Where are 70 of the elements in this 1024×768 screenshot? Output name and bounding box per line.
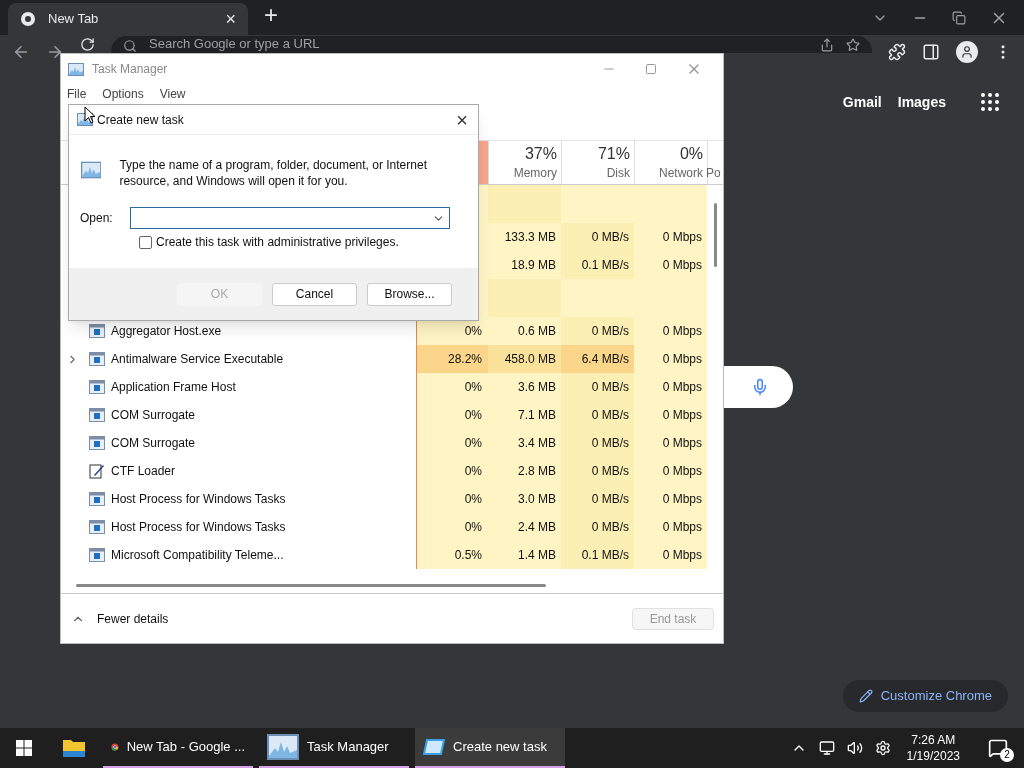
- tab-title: New Tab: [48, 10, 100, 29]
- process-name: Host Process for Windows Tasks: [111, 491, 286, 508]
- table-cell: 1.4 MB: [488, 541, 561, 569]
- table-cell: 0 MB/s: [561, 223, 634, 251]
- taskbar-app-label: Task Manager: [307, 738, 389, 757]
- table-cell: 0 Mbps: [634, 541, 707, 569]
- dialog-title: Create new task: [97, 111, 185, 129]
- table-cell: 7.1 MB: [488, 401, 561, 429]
- table-cell: 0 MB/s: [561, 429, 634, 457]
- column-label: Memory: [513, 165, 557, 181]
- table-cell: 0 MB/s: [561, 401, 634, 429]
- table-cell: 0 Mbps: [634, 251, 707, 279]
- process-name: COM Surrogate: [111, 435, 196, 452]
- table-cell: 3.6 MB: [488, 373, 561, 401]
- column-label: Network: [659, 165, 703, 181]
- table-cell: 0.6 MB: [488, 317, 561, 345]
- table-cell: 6.4 MB/s: [561, 345, 634, 373]
- table-cell: 0 MB/s: [561, 457, 634, 485]
- table-cell: 0%: [416, 513, 488, 541]
- table-cell: 3.0 MB: [488, 485, 561, 513]
- process-name: Microsoft Compatibility Teleme...: [111, 547, 284, 564]
- table-cell: 0.5%: [416, 541, 488, 569]
- table-cell: 458.0 MB: [488, 345, 561, 373]
- open-label: Open:: [80, 210, 113, 227]
- column-label: Po: [706, 165, 721, 181]
- table-cell: 0 Mbps: [634, 429, 707, 457]
- table-cell: 0 Mbps: [634, 373, 707, 401]
- table-cell: 0 Mbps: [634, 457, 707, 485]
- column-usage: 71%: [597, 144, 630, 164]
- table-cell: 0 Mbps: [634, 345, 707, 373]
- table-cell: 28.2%: [416, 345, 488, 373]
- table-cell: 0%: [416, 457, 488, 485]
- table-cell: 0.1 MB/s: [561, 251, 634, 279]
- clock-date: 1/19/2023: [906, 748, 960, 764]
- clock-time: 7:26 AM: [911, 732, 956, 748]
- table-cell: 3.4 MB: [488, 429, 561, 457]
- table-cell: 0 MB/s: [561, 317, 634, 345]
- dialog-message: Type the name of a program, folder, document, or Internet resource, and Windows will open it for you.: [119, 157, 428, 189]
- window-title: Task Manager: [92, 61, 169, 78]
- table-cell: 0 Mbps: [634, 223, 707, 251]
- process-name: Antimalware Service Executable: [111, 351, 284, 368]
- column-label: Disk: [606, 165, 630, 181]
- table-cell: 0%: [416, 401, 488, 429]
- notification-count: 2: [1000, 748, 1014, 762]
- process-name: CTF Loader: [111, 463, 176, 480]
- taskbar-app-label: New Tab - Google ...: [126, 738, 245, 757]
- table-cell: 0 MB/s: [561, 513, 634, 541]
- process-name: Aggregator Host.exe: [111, 323, 222, 340]
- process-name: Application Frame Host: [111, 379, 236, 396]
- table-cell: 0 MB/s: [561, 373, 634, 401]
- table-cell: 0 Mbps: [634, 513, 707, 541]
- column-usage: 37%: [524, 144, 557, 164]
- table-cell: 18.9 MB: [488, 251, 561, 279]
- table-cell: 0 Mbps: [634, 401, 707, 429]
- table-cell: 133.3 MB: [488, 223, 561, 251]
- taskbar-app-label: Create new task: [453, 738, 547, 757]
- table-cell: 2.4 MB: [488, 513, 561, 541]
- table-cell: 0 MB/s: [561, 485, 634, 513]
- table-cell: 0%: [416, 373, 488, 401]
- table-cell: 0%: [416, 485, 488, 513]
- table-cell: 0.1 MB/s: [561, 541, 634, 569]
- table-cell: 0 Mbps: [634, 485, 707, 513]
- process-name: Host Process for Windows Tasks: [111, 519, 286, 536]
- column-usage: 0%: [679, 144, 703, 164]
- table-cell: 0%: [416, 429, 488, 457]
- address-placeholder: Search Google or type a URL: [149, 37, 321, 51]
- checkbox-label: Create this task with administrative privileges.: [156, 234, 399, 251]
- table-cell: 0 Mbps: [634, 317, 707, 345]
- process-name: COM Surrogate: [111, 407, 196, 424]
- table-cell: 2.8 MB: [488, 457, 561, 485]
